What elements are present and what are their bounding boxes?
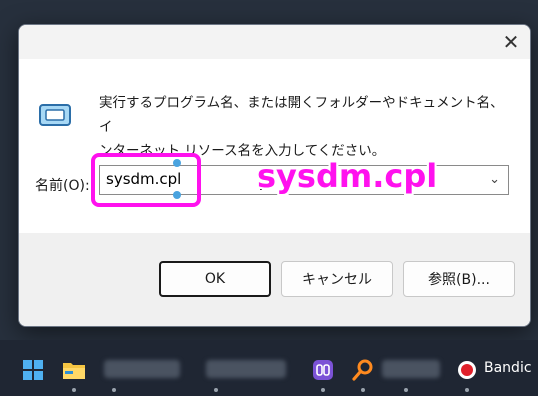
run-dialog: ✕ 実行するプログラム名、または開くフォルダーやドキュメント名、イ ンターネット… (18, 24, 531, 327)
blurred-app-icon[interactable] (104, 360, 180, 378)
running-indicator (404, 388, 408, 392)
blurred-app-icon[interactable] (382, 360, 440, 378)
instruction-line-1: 実行するプログラム名、または開くフォルダーやドキュメント名、イ (99, 95, 504, 135)
cancel-button[interactable]: キャンセル (281, 261, 393, 297)
chevron-down-icon[interactable]: ⌄ (489, 172, 500, 187)
bandicam-record-icon[interactable] (456, 358, 478, 382)
name-label: 名前(O): (35, 178, 90, 194)
running-indicator (72, 388, 76, 392)
close-icon: ✕ (502, 30, 520, 54)
highlight-box (91, 153, 201, 207)
running-indicator (214, 388, 218, 392)
selection-handle-top (173, 159, 181, 167)
running-indicator (361, 388, 365, 392)
taskbar: Bandic (0, 340, 538, 396)
file-explorer-icon[interactable] (62, 358, 86, 382)
running-indicator (112, 388, 116, 392)
windows-start-icon[interactable] (22, 358, 44, 382)
search-icon[interactable] (352, 358, 374, 382)
devtoys-icon[interactable] (312, 358, 334, 382)
bandicam-label[interactable]: Bandic (484, 360, 532, 376)
selection-handle-bottom (173, 191, 181, 199)
run-app-icon (39, 104, 71, 126)
running-indicator (321, 388, 325, 392)
close-button[interactable]: ✕ (494, 25, 528, 59)
annotation-label: sysdm.cpl (257, 157, 438, 195)
title-bar: ✕ (19, 25, 530, 59)
browse-button[interactable]: 参照(B)... (403, 261, 515, 297)
blurred-app-icon[interactable] (206, 360, 286, 378)
ok-button[interactable]: OK (159, 261, 271, 297)
running-indicator (465, 388, 469, 392)
